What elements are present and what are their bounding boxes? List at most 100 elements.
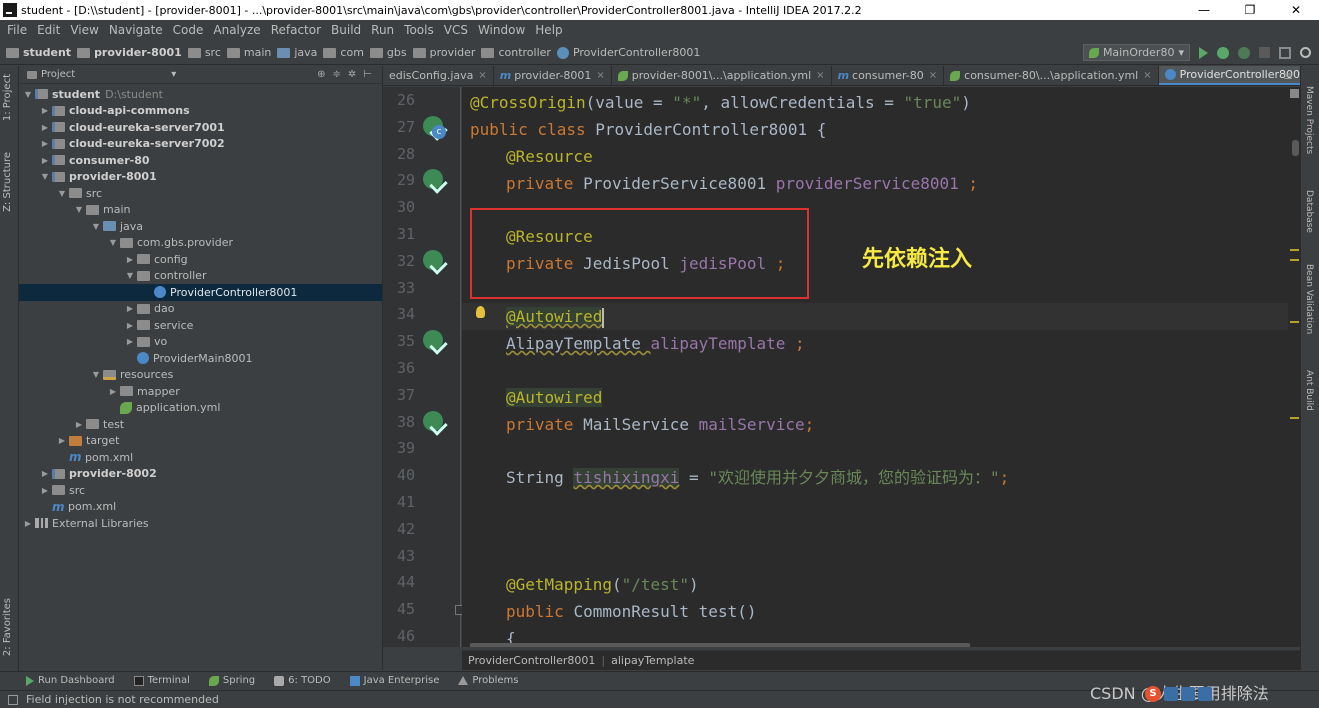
- line-number[interactable]: 29: [383, 171, 415, 189]
- tool-tab-ant-build[interactable]: Ant Build: [1304, 370, 1314, 411]
- spring-bean-gutter-icon[interactable]: [423, 410, 445, 433]
- warning-marker[interactable]: [1290, 259, 1299, 261]
- expanded-arrow-icon[interactable]: ▼: [40, 172, 50, 181]
- run-icon[interactable]: [1199, 46, 1208, 59]
- tab-list-icon[interactable]: ≡: [1283, 69, 1293, 83]
- line-number[interactable]: 28: [383, 145, 415, 163]
- line-number[interactable]: 26: [383, 91, 415, 109]
- line-number[interactable]: 39: [383, 439, 415, 457]
- intention-bulb-icon[interactable]: [476, 306, 485, 318]
- expanded-arrow-icon[interactable]: ▼: [91, 370, 101, 379]
- vertical-scrollbar[interactable]: [1292, 140, 1299, 156]
- chevron-down-icon[interactable]: ▾: [171, 69, 176, 80]
- tree-item[interactable]: ▶ target: [19, 433, 382, 450]
- stop-icon[interactable]: [1259, 47, 1270, 58]
- spring-bean-gutter-icon[interactable]: [423, 169, 445, 191]
- menu-vcs[interactable]: VCS: [439, 23, 473, 37]
- spring-bean-gutter-icon[interactable]: [423, 330, 445, 352]
- tree-item[interactable]: ▶ mapper: [19, 383, 382, 400]
- expanded-arrow-icon[interactable]: ▼: [57, 189, 67, 198]
- nav-crumb-com[interactable]: com: [323, 46, 364, 59]
- menu-tools[interactable]: Tools: [399, 23, 439, 37]
- menu-run[interactable]: Run: [366, 23, 399, 37]
- tree-item[interactable]: ▶ config: [19, 251, 382, 268]
- menu-window[interactable]: Window: [473, 23, 530, 37]
- tree-item[interactable]: ▶ External Libraries: [19, 515, 382, 532]
- line-number[interactable]: 42: [383, 520, 415, 538]
- close-tab-icon[interactable]: ×: [929, 70, 937, 81]
- collapsed-arrow-icon[interactable]: ▶: [40, 486, 50, 495]
- run-with-coverage-icon[interactable]: [1238, 46, 1250, 59]
- menu-edit[interactable]: Edit: [32, 23, 65, 37]
- locate-file-icon[interactable]: ⊕: [317, 69, 325, 80]
- line-number[interactable]: 45: [383, 600, 415, 618]
- editor-tab[interactable]: edisConfig.java ×: [383, 66, 494, 85]
- tree-item[interactable]: ▼ java: [19, 218, 382, 235]
- tree-item[interactable]: application.yml: [19, 400, 382, 417]
- tool-tab-database[interactable]: Database: [1304, 190, 1314, 233]
- line-number[interactable]: 46: [383, 627, 415, 645]
- collapsed-arrow-icon[interactable]: ▶: [125, 321, 135, 330]
- nav-crumb-student[interactable]: student: [6, 46, 71, 59]
- tree-item[interactable]: m pom.xml: [19, 449, 382, 466]
- horizontal-scrollbar[interactable]: [470, 643, 970, 647]
- tree-item[interactable]: m pom.xml: [19, 499, 382, 516]
- nav-crumb-src[interactable]: src: [187, 46, 221, 59]
- project-structure-icon[interactable]: [1279, 46, 1291, 59]
- tool-tab-maven-projects[interactable]: Maven Projects: [1304, 86, 1314, 154]
- breadcrumb-field[interactable]: alipayTemplate: [611, 654, 694, 667]
- warning-marker[interactable]: [1290, 321, 1299, 323]
- warning-marker[interactable]: [1290, 417, 1299, 419]
- tree-item[interactable]: ▶ service: [19, 317, 382, 334]
- inspection-status-icon[interactable]: [1290, 89, 1299, 98]
- tree-item[interactable]: ▶ cloud-eureka-server7001: [19, 119, 382, 136]
- tree-item[interactable]: ProviderController8001: [19, 284, 382, 301]
- tree-item[interactable]: ▶ provider-8002: [19, 466, 382, 483]
- line-number[interactable]: 30: [383, 198, 415, 216]
- debug-icon[interactable]: [1217, 46, 1229, 59]
- collapsed-arrow-icon[interactable]: ▶: [74, 420, 84, 429]
- close-tab-icon[interactable]: ×: [478, 70, 486, 81]
- collapsed-arrow-icon[interactable]: ▶: [125, 255, 135, 264]
- line-number[interactable]: 35: [383, 332, 415, 350]
- code-editor[interactable]: @CrossOrigin(value = "*", allowCredentia…: [462, 87, 1300, 647]
- tree-item[interactable]: ▼ student D:\student: [19, 86, 382, 103]
- tree-item[interactable]: ProviderMain8001: [19, 350, 382, 367]
- tool-window-java-enterprise[interactable]: Java Enterprise: [349, 675, 439, 686]
- tree-item[interactable]: ▼ controller: [19, 268, 382, 285]
- expanded-arrow-icon[interactable]: ▼: [125, 271, 135, 280]
- tree-item[interactable]: ▶ dao: [19, 301, 382, 318]
- tool-tab-project[interactable]: 1: Project: [2, 74, 13, 121]
- close-tab-icon[interactable]: ×: [596, 70, 604, 81]
- line-number[interactable]: 33: [383, 279, 415, 297]
- collapsed-arrow-icon[interactable]: ▶: [40, 123, 50, 132]
- expanded-arrow-icon[interactable]: ▼: [23, 90, 33, 99]
- tree-item[interactable]: ▶ cloud-api-commons: [19, 103, 382, 120]
- menu-build[interactable]: Build: [326, 23, 366, 37]
- nav-crumb-main[interactable]: main: [226, 46, 271, 59]
- menu-navigate[interactable]: Navigate: [104, 23, 168, 37]
- editor-tab[interactable]: provider-8001\...\application.yml ×: [612, 66, 832, 85]
- editor-tab[interactable]: ProviderController8001.java×: [1158, 66, 1300, 85]
- line-number[interactable]: 38: [383, 413, 415, 431]
- tree-item[interactable]: ▶ test: [19, 416, 382, 433]
- tool-tab-structure[interactable]: Z: Structure: [2, 152, 13, 212]
- toggle-tool-windows-icon[interactable]: [8, 694, 18, 705]
- tool-window-problems[interactable]: Problems: [458, 675, 518, 686]
- collapsed-arrow-icon[interactable]: ▶: [23, 519, 33, 528]
- ime-tool-icon[interactable]: [1164, 687, 1178, 701]
- nav-crumb-provider-8001[interactable]: provider-8001: [77, 46, 182, 59]
- line-number[interactable]: 37: [383, 386, 415, 404]
- menu-analyze[interactable]: Analyze: [208, 23, 265, 37]
- tool-tab-bean-validation[interactable]: Bean Validation: [1304, 264, 1314, 334]
- expanded-arrow-icon[interactable]: ▼: [91, 222, 101, 231]
- tool-window-todo[interactable]: 6: TODO: [274, 675, 331, 686]
- project-panel-title[interactable]: Project: [41, 69, 75, 80]
- expanded-arrow-icon[interactable]: ▼: [74, 205, 84, 214]
- run-configuration-select[interactable]: MainOrder80 ▾: [1082, 44, 1190, 61]
- line-number[interactable]: 36: [383, 359, 415, 377]
- tree-item[interactable]: ▶ consumer-80: [19, 152, 382, 169]
- nav-crumb-java[interactable]: java: [277, 46, 317, 59]
- tree-item[interactable]: ▼ com.gbs.provider: [19, 235, 382, 252]
- collapsed-arrow-icon[interactable]: ▶: [40, 106, 50, 115]
